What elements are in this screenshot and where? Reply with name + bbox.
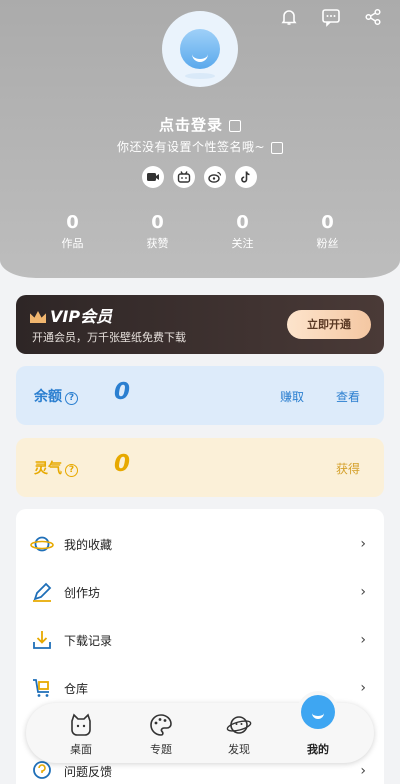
menu-item-workshop[interactable]: 创作坊 › (16, 568, 384, 616)
balance-label: 余额? (34, 386, 78, 406)
stat-following[interactable]: 0 关注 (200, 212, 285, 251)
palette-icon (147, 711, 175, 739)
video-icon[interactable] (142, 166, 164, 188)
share-icon[interactable] (362, 6, 384, 28)
chevron-right-icon: › (360, 584, 366, 600)
help-icon[interactable]: ? (65, 464, 78, 477)
message-icon[interactable] (320, 6, 342, 28)
bell-icon[interactable] (278, 6, 300, 28)
planet-icon (225, 711, 253, 739)
balance-value: 0 (114, 379, 131, 405)
cat-icon (67, 711, 95, 739)
planet-icon (30, 532, 54, 556)
chevron-right-icon: › (360, 536, 366, 552)
get-button[interactable]: 获得 (336, 460, 360, 477)
tiktok-icon[interactable] (235, 166, 257, 188)
edit-icon[interactable] (229, 119, 241, 132)
spirit-label: 灵气? (34, 458, 78, 478)
edit-signature-icon[interactable] (271, 141, 284, 154)
bilibili-icon[interactable] (173, 166, 195, 188)
vip-title: VIP会员 (30, 303, 112, 327)
top-actions (278, 6, 384, 28)
cart-icon (30, 676, 54, 700)
nav-item-discover[interactable]: 发现 (204, 711, 274, 757)
face-icon[interactable] (301, 695, 335, 729)
profile-header: 点击登录 你还没有设置个性签名哦~ 0 作品 0 获赞 0 关注 0 粉丝 (0, 0, 400, 278)
vip-open-button[interactable]: 立即开通 (287, 310, 371, 339)
chevron-right-icon: › (360, 680, 366, 696)
avatar-face-icon (180, 29, 220, 69)
pen-icon (30, 580, 54, 604)
earn-button[interactable]: 赚取 (280, 388, 304, 405)
stat-fans[interactable]: 0 粉丝 (285, 212, 370, 251)
nav-item-topics[interactable]: 专题 (126, 711, 196, 757)
nav-item-desktop[interactable]: 桌面 (46, 711, 116, 757)
vip-banner[interactable]: VIP会员 开通会员，万千张壁纸免费下载 立即开通 (16, 295, 384, 354)
stats-row: 0 作品 0 获赞 0 关注 0 粉丝 (30, 212, 370, 251)
spirit-card: 灵气? 0 获得 (16, 438, 384, 497)
social-links (142, 166, 257, 188)
menu-item-downloads[interactable]: 下载记录 › (16, 616, 384, 664)
bottom-nav: 桌面 专题 发现 我的 (26, 695, 374, 763)
stat-likes[interactable]: 0 获赞 (115, 212, 200, 251)
chevron-right-icon: › (360, 763, 366, 779)
signature-line[interactable]: 你还没有设置个性签名哦~ (0, 138, 400, 155)
stat-works[interactable]: 0 作品 (30, 212, 115, 251)
login-prompt[interactable]: 点击登录 (0, 114, 400, 135)
balance-card: 余额? 0 赚取 查看 (16, 366, 384, 425)
vip-subtitle: 开通会员，万千张壁纸免费下载 (32, 331, 186, 344)
chevron-right-icon: › (360, 632, 366, 648)
view-button[interactable]: 查看 (336, 388, 360, 405)
avatar[interactable] (162, 11, 238, 87)
crown-icon (30, 311, 46, 323)
spirit-value: 0 (114, 451, 131, 477)
help-icon[interactable]: ? (65, 392, 78, 405)
menu-item-favorites[interactable]: 我的收藏 › (16, 520, 384, 568)
weibo-icon[interactable] (204, 166, 226, 188)
download-icon (30, 628, 54, 652)
